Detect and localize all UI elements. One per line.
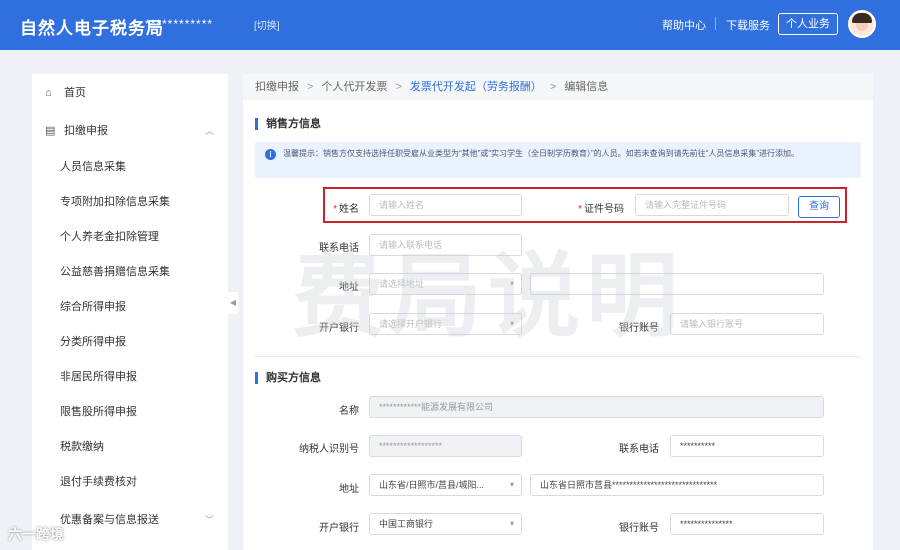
chevron-down-icon: ▾	[509, 319, 514, 328]
seller-bank-select[interactable]: 请选择开户银行 ▾	[369, 313, 522, 335]
site-brand[interactable]: 自然人电子税务局	[20, 14, 164, 39]
breadcrumb: 扣缴申报 > 个人代开发票 > 发票代开发起（劳务报酬） > 编辑信息	[243, 74, 873, 100]
sidebar-item-label: 首页	[64, 87, 86, 99]
sidebar-item-restricted-stock[interactable]: 限售股所得申报	[32, 397, 228, 427]
buyer-address-label: 地址	[339, 484, 359, 495]
sidebar-item-refund-fee[interactable]: 退付手续费核对	[32, 467, 228, 497]
sidebar-item-label: 税款缴纳	[60, 441, 104, 453]
chevron-down-icon: ▾	[509, 279, 514, 288]
seller-account-label: 银行账号	[619, 323, 659, 334]
chevron-down-icon: ▾	[509, 519, 514, 528]
document-icon: ▤	[45, 125, 56, 137]
sidebar-item-pension[interactable]: 个人养老金扣除管理	[32, 222, 228, 252]
sidebar-item-tax-payment[interactable]: 税款缴纳	[32, 432, 228, 462]
chevron-down-icon: ﹀	[204, 515, 214, 525]
seller-phone-label: 联系电话	[319, 243, 359, 254]
sidebar-item-label: 个人养老金扣除管理	[60, 231, 159, 243]
sidebar-item-label: 非居民所得申报	[60, 371, 137, 383]
breadcrumb-separator: >	[307, 81, 314, 93]
seller-address-placeholder: 请选择地址	[379, 279, 425, 289]
breadcrumb-item[interactable]: 发票代开发起（劳务报酬）	[410, 74, 542, 100]
buyer-bank-select[interactable]: 中国工商银行 ▾	[369, 513, 522, 535]
sidebar-item-withholding[interactable]: ▤ 扣缴申报 ︿	[32, 116, 228, 146]
buyer-account-input[interactable]: ***************	[670, 513, 824, 535]
masked-user-name: ************	[145, 17, 214, 31]
seller-phone-input[interactable]: 请输入联系电话	[369, 234, 522, 256]
notice-box: i 温馨提示：销售方仅支持选择任职受雇从业类型为“其他”或“实习学生（全日制学历…	[255, 142, 861, 178]
sidebar-item-home[interactable]: ⌂ 首页	[32, 78, 228, 108]
buyer-section-title: 购买方信息	[255, 372, 321, 384]
sidebar-item-nonresident[interactable]: 非居民所得申报	[32, 362, 228, 392]
section-divider	[255, 356, 861, 357]
sidebar-item-special-deduction[interactable]: 专项附加扣除信息采集	[32, 187, 228, 217]
buyer-phone-label: 联系电话	[619, 444, 659, 455]
notice-text: 温馨提示：销售方仅支持选择任职受雇从业类型为“其他”或“实习学生（全日制学历教育…	[283, 149, 799, 158]
chevron-up-icon: ︿	[204, 126, 214, 136]
help-center-link[interactable]: 帮助中心	[662, 17, 706, 33]
sidebar-item-label: 专项附加扣除信息采集	[60, 196, 170, 208]
sidebar-item-label: 退付手续费核对	[60, 476, 137, 488]
seller-bank-label: 开户银行	[319, 323, 359, 334]
buyer-name-field: ************能源发展有限公司	[369, 396, 824, 418]
sidebar-item-charity[interactable]: 公益慈善捐赠信息采集	[32, 257, 228, 287]
top-header: 自然人电子税务局 ************ [切换] 帮助中心 下载服务 个人业…	[0, 0, 900, 50]
buyer-address-select[interactable]: 山东省/日照市/莒县/城阳... ▾	[369, 474, 522, 496]
seller-address-select[interactable]: 请选择地址 ▾	[369, 273, 522, 295]
breadcrumb-item[interactable]: 个人代开发票	[321, 74, 387, 100]
personal-business-button[interactable]: 个人业务	[778, 13, 838, 35]
sidebar-item-label: 限售股所得申报	[60, 406, 137, 418]
home-icon: ⌂	[45, 87, 52, 99]
avatar-hair	[852, 13, 872, 23]
switch-link[interactable]: [切换]	[254, 17, 280, 32]
sidebar-item-label: 分类所得申报	[60, 336, 126, 348]
header-divider	[715, 17, 716, 30]
sidebar: ⌂ 首页 ▤ 扣缴申报 ︿ 人员信息采集 专项附加扣除信息采集 个人养老金扣除管…	[32, 74, 228, 550]
buyer-taxid-label: 纳税人识别号	[299, 444, 359, 455]
buyer-phone-input[interactable]: **********	[670, 435, 824, 457]
sidebar-item-label: 公益慈善捐赠信息采集	[60, 266, 170, 278]
breadcrumb-separator: >	[395, 81, 402, 93]
sidebar-collapse-handle[interactable]: ◀	[228, 292, 238, 314]
sidebar-item-label: 人员信息采集	[60, 161, 126, 173]
buyer-bank-label: 开户银行	[319, 523, 359, 534]
buyer-taxid-field: ******************	[369, 435, 522, 457]
breadcrumb-item[interactable]: 扣缴申报	[255, 74, 299, 100]
sidebar-item-label: 扣缴申报	[64, 125, 108, 137]
sidebar-item-label: 优惠备案与信息报送	[60, 514, 159, 526]
chevron-down-icon: ▾	[509, 480, 514, 489]
buyer-account-label: 银行账号	[619, 523, 659, 534]
sidebar-item-comprehensive[interactable]: 综合所得申报	[32, 292, 228, 322]
sidebar-item-personnel-info[interactable]: 人员信息采集	[32, 152, 228, 182]
seller-section-title: 销售方信息	[255, 118, 321, 130]
seller-account-input[interactable]: 请输入银行账号	[670, 313, 824, 335]
buyer-address-region: 山东省/日照市/莒县/城阳...	[379, 480, 485, 490]
info-icon: i	[265, 149, 276, 160]
corner-watermark: 六一跨境	[8, 526, 64, 542]
sidebar-item-label: 综合所得申报	[60, 301, 126, 313]
breadcrumb-current: 编辑信息	[564, 81, 609, 93]
sidebar-item-classified[interactable]: 分类所得申报	[32, 327, 228, 357]
breadcrumb-separator: >	[549, 81, 557, 93]
buyer-bank-value: 中国工商银行	[379, 519, 434, 529]
highlight-annotation-box	[323, 187, 847, 223]
download-service-link[interactable]: 下载服务	[726, 17, 770, 33]
buyer-name-label: 名称	[339, 406, 359, 417]
seller-address-detail-input[interactable]	[530, 273, 824, 295]
user-avatar[interactable]	[848, 10, 876, 38]
buyer-address-detail-input[interactable]: 山东省日照市莒县******************************	[530, 474, 824, 496]
seller-address-label: 地址	[339, 282, 359, 293]
seller-bank-placeholder: 请选择开户银行	[379, 319, 443, 329]
main-panel: 扣缴申报 > 个人代开发票 > 发票代开发起（劳务报酬） > 编辑信息 销售方信息 i 温馨…	[243, 74, 873, 550]
